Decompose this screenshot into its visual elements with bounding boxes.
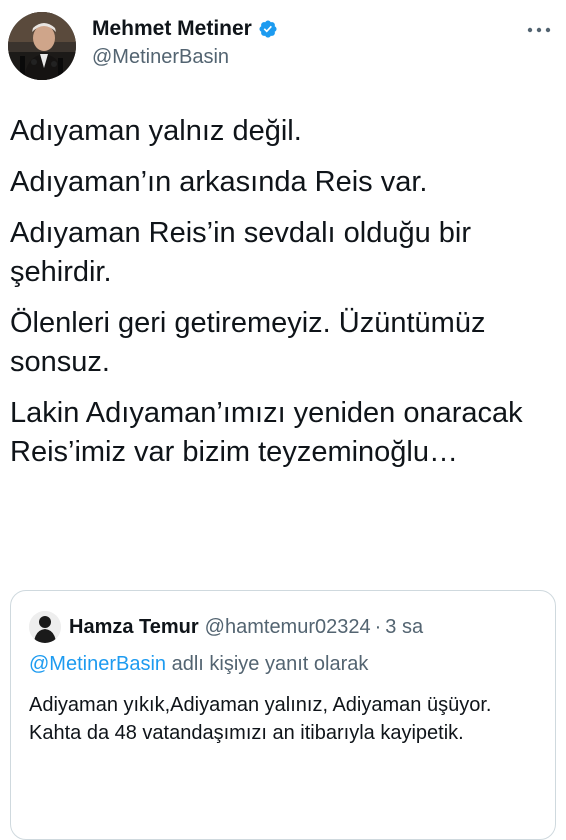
quoted-text-line: Adiyaman yıkık,Adiyaman yalınız, Adiyama… [29, 694, 492, 716]
profile-photo-icon [8, 12, 76, 80]
more-horizontal-icon[interactable] [524, 20, 554, 40]
tweet-text-line: Lakin Adıyaman’ımızı yeniden onaracak Re… [10, 397, 531, 468]
author-display-name[interactable]: Mehmet Metiner [92, 17, 252, 41]
reply-context-text: adlı kişiye yanıt olarak [166, 653, 369, 675]
tweet-text-line: Adıyaman Reis’in sevdalı olduğu bir şehi… [10, 217, 480, 288]
tweet-text: Adıyaman yalnız değil. Adıyaman’ın arkas… [10, 112, 556, 484]
quoted-tweet-time[interactable]: 3 sa [385, 616, 423, 639]
reply-mention-link[interactable]: @MetinerBasin [29, 653, 166, 675]
author-avatar[interactable] [8, 12, 76, 80]
quoted-author-handle[interactable]: @hamtemur02324 [205, 616, 371, 639]
author-info: Mehmet Metiner @MetinerBasin [92, 14, 278, 69]
tweet-text-line: Ölenleri geri getiremeyiz. Üzüntümüz son… [10, 307, 494, 378]
quoted-text-line: Kahta da 48 vatandaşımızı an itibarıyla … [29, 722, 464, 744]
quoted-tweet-header: Hamza Temur @hamtemur02324 · 3 sa [29, 611, 423, 643]
display-name-row: Mehmet Metiner [92, 14, 278, 44]
quoted-author-avatar[interactable] [29, 611, 61, 643]
reply-context: @MetinerBasin adlı kişiye yanıt olarak [29, 653, 368, 676]
tweet-header: Mehmet Metiner @MetinerBasin [8, 12, 554, 82]
profile-silhouette-icon [29, 611, 61, 643]
quoted-author-name[interactable]: Hamza Temur [69, 616, 199, 639]
author-handle[interactable]: @MetinerBasin [92, 46, 278, 69]
tweet-text-line: Adıyaman yalnız değil. [10, 115, 302, 147]
quoted-tweet-text: Adiyaman yıkık,Adiyaman yalınız, Adiyama… [29, 691, 529, 747]
verified-badge-icon [258, 19, 278, 39]
tweet-text-line: Adıyaman’ın arkasında Reis var. [10, 166, 428, 198]
separator-dot: · [374, 615, 382, 638]
quoted-tweet-card[interactable]: Hamza Temur @hamtemur02324 · 3 sa @Metin… [10, 590, 556, 840]
